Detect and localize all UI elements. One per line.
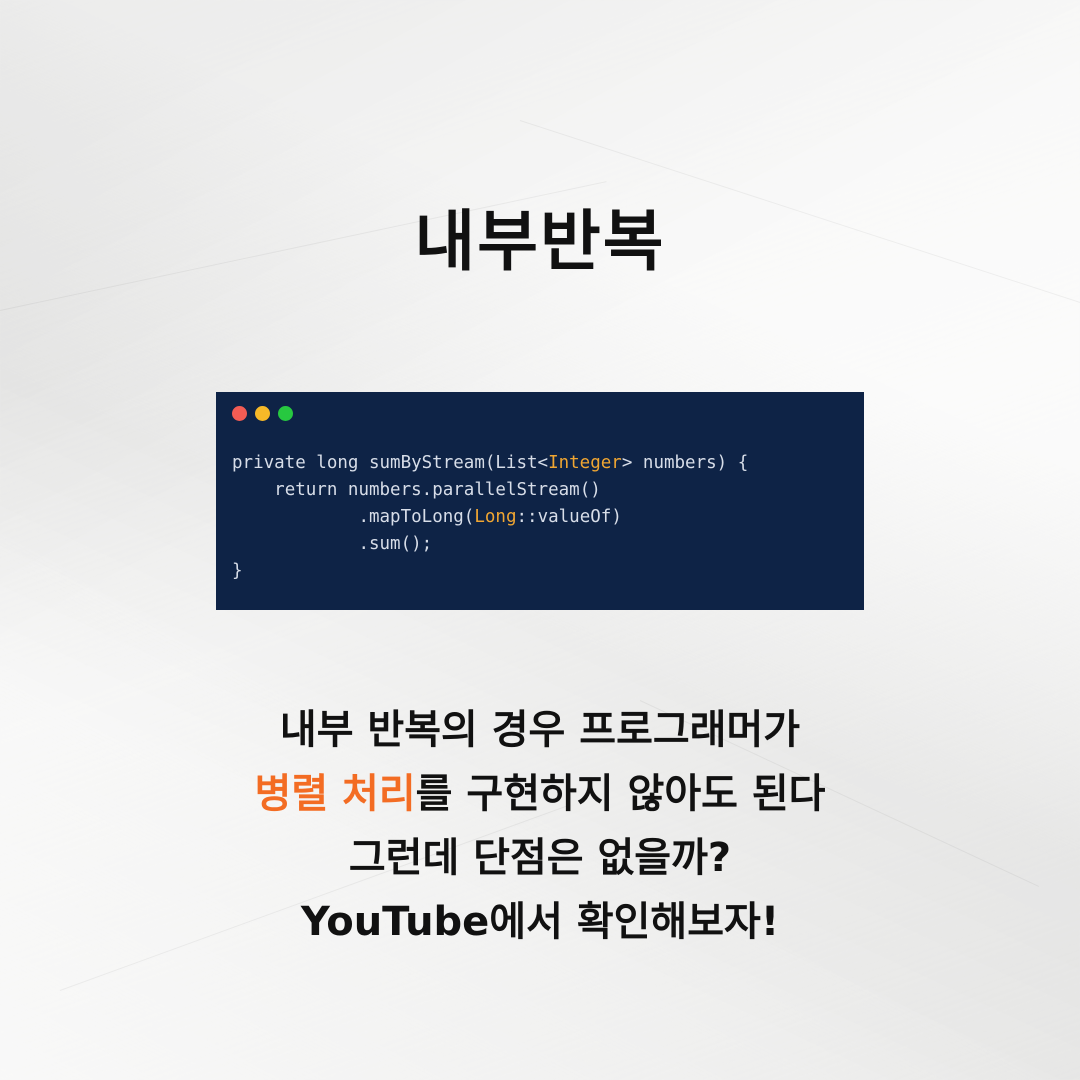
caption-line-2-rest: 를 구현하지 않아도 된다 <box>415 771 826 817</box>
code-type-token: Integer <box>548 453 622 473</box>
code-line: } <box>232 558 848 585</box>
code-window: private long sumByStream(List<Integer> n… <box>216 392 864 610</box>
code-token: .sum(); <box>358 534 433 554</box>
code-token: return numbers.parallelStream() <box>274 480 601 500</box>
caption-line-4: YouTube에서 확인해보자! <box>300 899 780 945</box>
caption-line-3: 그런데 단점은 없을까? <box>348 835 732 881</box>
minimize-dot-icon <box>255 405 270 421</box>
code-type-token: Long <box>474 507 517 527</box>
close-dot-icon <box>232 405 247 421</box>
code-block: private long sumByStream(List<Integer> n… <box>232 450 848 585</box>
code-line: return numbers.parallelStream() <box>232 477 848 504</box>
highlight-text: 병렬 처리 <box>254 771 416 817</box>
maximize-dot-icon <box>278 405 293 421</box>
code-token: ::valueOf) <box>516 507 622 527</box>
code-line: private long sumByStream(List<Integer> n… <box>232 450 848 477</box>
caption-line-1: 내부 반복의 경우 프로그래머가 <box>279 707 801 753</box>
code-token: .mapToLong( <box>358 507 475 527</box>
code-line: .mapToLong(Long::valueOf) <box>232 504 848 531</box>
window-controls <box>232 402 848 424</box>
code-token: private long sumByStream(List< <box>232 453 549 473</box>
code-token: > numbers) { <box>621 453 749 473</box>
caption: 내부 반복의 경우 프로그래머가 병렬 처리를 구현하지 않아도 된다 그런데 … <box>0 698 1080 954</box>
caption-line-2: 병렬 처리를 구현하지 않아도 된다 <box>0 762 1080 826</box>
code-token: } <box>232 561 243 581</box>
code-line: .sum(); <box>232 531 848 558</box>
page-title: 내부반복 <box>414 203 666 280</box>
